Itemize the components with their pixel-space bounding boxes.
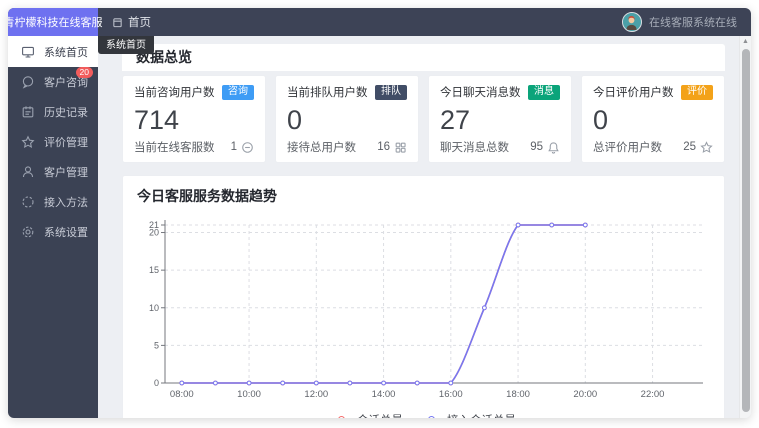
stat-footer-value: 25 (683, 141, 696, 153)
sidebar-item-customer-mgmt[interactable]: 客户管理 (8, 157, 98, 187)
sidebar-item-customer-consult[interactable]: 客户咨询 20 (8, 67, 98, 97)
history-icon (21, 105, 35, 119)
svg-text:20:00: 20:00 (573, 389, 597, 400)
legend-item-sessions-total[interactable]: 会话总量 (331, 412, 403, 418)
sidebar-item-label: 系统首页 (44, 46, 88, 59)
stat-card-messages: 今日聊天消息数 消息 27 聊天消息总数 95 (428, 75, 572, 163)
svg-text:0: 0 (154, 378, 159, 388)
sidebar-item-history[interactable]: 历史记录 (8, 97, 98, 127)
legend-marker (421, 416, 442, 418)
sidebar-item-label: 系统设置 (44, 227, 88, 239)
stat-cards-row: 当前咨询用户数 咨询 714 当前在线客服数 1 当前排队用户数 排队 0 接待… (122, 75, 725, 163)
content: 系统首页 数据总览 当前咨询用户数 咨询 714 当前在线客服数 1 当前排队用… (98, 36, 751, 418)
sidebar: 系统首页 客户咨询 20 历史记录 评价管理 客户管理 接入方法 系统设置 (8, 36, 98, 418)
nav-tab-home[interactable]: 首页 (112, 14, 151, 30)
stat-footer-label: 聊天消息总数 (440, 142, 509, 154)
stat-footer-label: 总评价用户数 (593, 142, 662, 154)
stat-card-ratings: 今日评价用户数 评价 0 总评价用户数 25 (581, 75, 725, 163)
sidebar-item-label: 接入方法 (44, 197, 88, 209)
avatar[interactable] (622, 12, 642, 32)
legend-label: 会话总量 (357, 412, 403, 418)
star-icon (700, 140, 713, 154)
svg-text:15: 15 (149, 265, 159, 275)
svg-text:18:00: 18:00 (506, 389, 530, 400)
content-scrollbar[interactable]: ▲ (739, 36, 751, 418)
stat-footer-value: 95 (530, 141, 543, 153)
stat-card-title: 当前咨询用户数 (134, 87, 215, 99)
scrollbar-up-arrow[interactable]: ▲ (740, 36, 751, 48)
legend-item-connected-sessions-total[interactable]: 接入会话总量 (421, 412, 516, 418)
svg-text:5: 5 (154, 340, 159, 350)
top-header: 青柠檬科技在线客服 首页 在线客服系统在线 (8, 8, 751, 36)
stat-footer-label: 接待总用户数 (287, 142, 356, 154)
stat-footer-label: 当前在线客服数 (134, 142, 215, 154)
star-icon (21, 135, 35, 149)
grid-icon (394, 141, 407, 154)
overview-title: 数据总览 (122, 44, 725, 71)
svg-text:21: 21 (149, 220, 159, 230)
stat-tag: 评价 (681, 84, 713, 100)
svg-text:12:00: 12:00 (304, 389, 328, 400)
sidebar-item-rating-mgmt[interactable]: 评价管理 (8, 127, 98, 157)
stat-card-title: 今日聊天消息数 (440, 87, 521, 99)
stat-card-queue: 当前排队用户数 排队 0 接待总用户数 16 (275, 75, 419, 163)
trend-chart: 051015202108:00 10:00 12:00 14:00 16:00 18:00… (149, 220, 703, 400)
app-window: 青柠檬科技在线客服 首页 在线客服系统在线 系统首页 客户咨询 20 历史记录 … (8, 8, 751, 418)
chart-legend: 会话总量 接入会话总量 (137, 411, 710, 418)
sidebar-item-label: 历史记录 (44, 107, 88, 119)
unread-badge: 20 (75, 67, 93, 78)
user-icon (21, 165, 35, 179)
sidebar-item-system-settings[interactable]: 系统设置 (8, 217, 98, 247)
access-icon (21, 195, 35, 209)
sidebar-item-label: 客户管理 (44, 167, 88, 179)
stat-footer-value: 1 (230, 141, 237, 153)
stat-footer-value: 16 (377, 141, 390, 153)
chart-title: 今日客服服务数据趋势 (137, 188, 277, 204)
stat-card-title: 当前排队用户数 (287, 87, 368, 99)
svg-text:08:00: 08:00 (170, 389, 194, 400)
sidebar-item-label: 评价管理 (44, 137, 88, 149)
legend-label: 接入会话总量 (447, 412, 516, 418)
svg-text:10: 10 (149, 303, 159, 313)
scrollbar-thumb[interactable] (741, 49, 750, 412)
stat-value: 0 (287, 105, 303, 135)
svg-text:14:00: 14:00 (372, 389, 396, 400)
stat-tag: 消息 (528, 84, 560, 100)
stat-tag: 排队 (375, 84, 407, 100)
app-logo: 青柠檬科技在线客服 (8, 8, 103, 36)
stat-card-title: 今日评价用户数 (593, 87, 674, 99)
stat-tag: 咨询 (222, 84, 254, 100)
chart-panel: 今日客服服务数据趋势 0 5 10 15 20 21 08:00 10:00 12:00 14:0… (122, 175, 725, 418)
avatar-icon (623, 13, 640, 30)
svg-text:22:00: 22:00 (641, 389, 665, 400)
svg-text:10:00: 10:00 (237, 389, 261, 400)
stat-card-consulting: 当前咨询用户数 咨询 714 当前在线客服数 1 (122, 75, 266, 163)
legend-marker (331, 416, 352, 418)
chat-icon (21, 75, 35, 89)
sidebar-item-access-method[interactable]: 接入方法 (8, 187, 98, 217)
stat-value: 0 (593, 105, 609, 135)
svg-text:16:00: 16:00 (439, 389, 463, 400)
monitor-icon (21, 45, 35, 59)
home-tab-icon (112, 17, 123, 28)
tag-icon (241, 141, 254, 154)
nav-tab-label: 首页 (128, 17, 151, 29)
online-status: 在线客服系统在线 (649, 17, 737, 29)
tooltip-system-home: 系统首页 (98, 36, 154, 54)
bell-icon (547, 141, 560, 154)
gear-icon (21, 225, 35, 239)
sidebar-item-system-home[interactable]: 系统首页 (8, 36, 98, 67)
stat-value: 27 (440, 105, 471, 135)
stat-value: 714 (134, 105, 180, 135)
